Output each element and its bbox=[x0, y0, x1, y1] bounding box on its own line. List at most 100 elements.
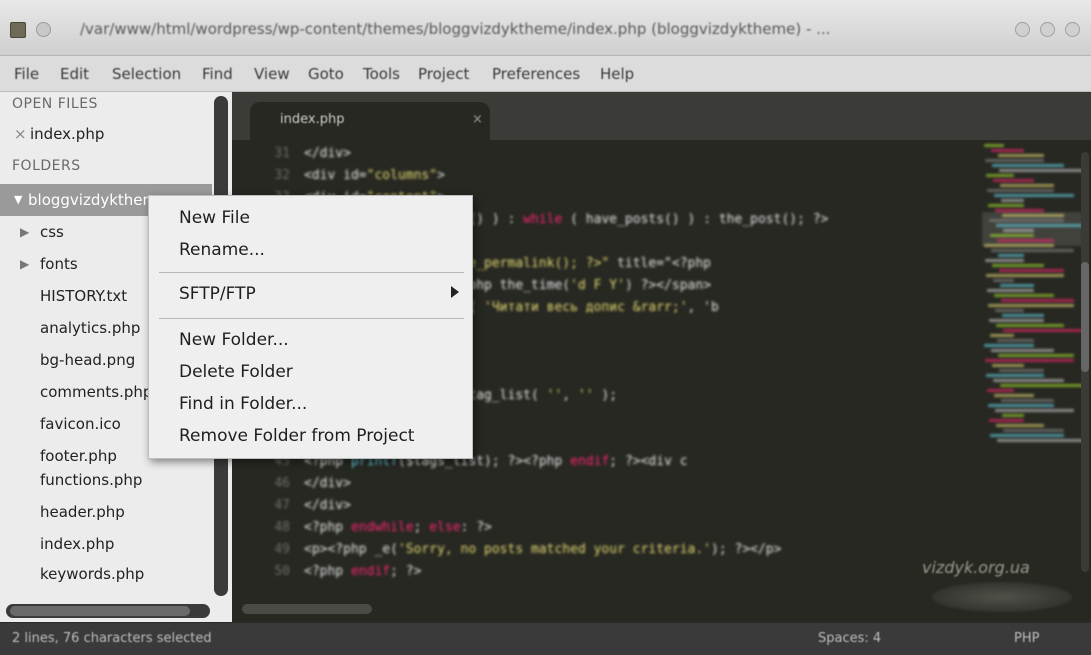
collapsed-arrow-icon: ▶ bbox=[20, 225, 30, 239]
minimap-line bbox=[1002, 214, 1064, 217]
minimap-line bbox=[986, 374, 1044, 377]
minimap-line bbox=[986, 174, 1014, 177]
minimap-line bbox=[989, 219, 1064, 222]
menu-goto[interactable]: Goto bbox=[308, 65, 344, 83]
menu-item-find-in-folder[interactable]: Find in Folder... bbox=[179, 394, 307, 414]
menu-item-new-folder[interactable]: New Folder... bbox=[179, 330, 289, 350]
minimap-line bbox=[988, 404, 1054, 407]
code-line[interactable]: 47 </div> bbox=[232, 498, 972, 520]
minimap-line bbox=[998, 254, 1024, 257]
minimap-line bbox=[1001, 199, 1024, 202]
folders-heading: FOLDERS bbox=[12, 158, 81, 174]
folder-label: bloggvizdyktheme bbox=[28, 191, 167, 209]
code-line[interactable]: 49 <p><?php _e('Sorry, no posts matched … bbox=[232, 542, 972, 564]
file-label: HISTORY.txt bbox=[40, 287, 128, 305]
minimap-line bbox=[988, 304, 1074, 307]
minimap-line bbox=[1000, 184, 1054, 187]
file-label: index.php bbox=[40, 535, 115, 553]
minimap-line bbox=[987, 189, 1054, 192]
close-icon[interactable] bbox=[1065, 22, 1080, 37]
app-icon bbox=[10, 22, 26, 38]
line-number: 32 bbox=[274, 168, 290, 183]
status-bar: 2 lines, 76 characters selected Spaces: … bbox=[0, 622, 1091, 655]
minimap-line bbox=[989, 419, 1024, 422]
tab-index-php[interactable]: index.php × bbox=[250, 102, 490, 140]
minimap-line bbox=[992, 264, 1044, 267]
menu-project[interactable]: Project bbox=[418, 65, 469, 83]
file-label: analytics.php bbox=[40, 319, 141, 337]
minimap-line bbox=[1001, 399, 1054, 402]
menu-selection[interactable]: Selection bbox=[112, 65, 181, 83]
editor-horizontal-scrollbar[interactable] bbox=[242, 604, 372, 614]
minimap-line bbox=[987, 289, 1034, 292]
status-indentation[interactable]: Spaces: 4 bbox=[818, 631, 881, 646]
minimap-line bbox=[993, 379, 1064, 382]
minimap-line bbox=[992, 364, 1024, 367]
menu-help[interactable]: Help bbox=[600, 65, 634, 83]
minimap-line bbox=[999, 169, 1084, 172]
minimap-line bbox=[990, 334, 1014, 337]
close-file-icon[interactable]: × bbox=[14, 118, 27, 150]
file-item[interactable]: functions.php bbox=[0, 464, 212, 496]
menu-file[interactable]: File bbox=[14, 65, 39, 83]
menu-edit[interactable]: Edit bbox=[60, 65, 89, 83]
menu-item-rename[interactable]: Rename... bbox=[179, 240, 265, 260]
watermark-text: vizdyk.org.ua bbox=[922, 558, 1030, 577]
minimap-line bbox=[984, 144, 1004, 147]
minimap-line bbox=[985, 159, 1044, 162]
menu-preferences[interactable]: Preferences bbox=[492, 65, 580, 83]
minimap-line bbox=[1000, 384, 1084, 387]
code-line[interactable]: 50 <?php endif; ?> bbox=[232, 564, 972, 586]
file-label: comments.php bbox=[40, 383, 153, 401]
menu-tools[interactable]: Tools bbox=[363, 65, 400, 83]
minimap-line bbox=[995, 209, 1044, 212]
minimap-line bbox=[988, 204, 1024, 207]
open-file-item[interactable]: × index.php bbox=[0, 118, 212, 150]
tab-strip: index.php × bbox=[232, 92, 1091, 140]
minimap-line bbox=[1002, 414, 1024, 417]
editor-scrollbar-thumb[interactable] bbox=[1081, 262, 1089, 372]
file-item[interactable]: keywords.php bbox=[0, 558, 212, 590]
minimap-line bbox=[990, 234, 1034, 237]
code-line[interactable]: 48 <?php endwhile; else: ?> bbox=[232, 520, 972, 542]
menu-item-remove-folder[interactable]: Remove Folder from Project bbox=[179, 426, 414, 446]
context-menu: New File Rename... SFTP/FTP New Folder..… bbox=[148, 195, 473, 459]
minimap-line bbox=[998, 154, 1044, 157]
minimap-line bbox=[1000, 284, 1034, 287]
minimap-line bbox=[995, 409, 1074, 412]
minimize-icon[interactable] bbox=[1015, 22, 1030, 37]
menu-item-sftp-ftp[interactable]: SFTP/FTP bbox=[179, 284, 256, 304]
menu-item-new-file[interactable]: New File bbox=[179, 208, 250, 228]
file-item[interactable]: header.php bbox=[0, 496, 212, 528]
minimap-line bbox=[986, 274, 1064, 277]
minimap-line bbox=[994, 394, 1034, 397]
minimap-line bbox=[991, 349, 1054, 352]
line-number: 31 bbox=[274, 146, 290, 161]
minimap-line bbox=[997, 439, 1084, 442]
window-menu-icon[interactable] bbox=[36, 22, 51, 37]
maximize-icon[interactable] bbox=[1040, 22, 1055, 37]
sidebar-scrollbar-thumb[interactable] bbox=[10, 606, 190, 616]
minimap-line bbox=[985, 259, 1024, 262]
code-line[interactable]: 31 </div> bbox=[232, 146, 972, 168]
code-line[interactable]: 46 </div> bbox=[232, 476, 972, 498]
code-text: </div> bbox=[304, 476, 351, 491]
menu-item-delete-folder[interactable]: Delete Folder bbox=[179, 362, 293, 382]
minimap[interactable] bbox=[982, 144, 1084, 464]
menu-bar: File Edit Selection Find View Goto Tools… bbox=[0, 56, 1091, 92]
code-text: <div id="columns"> bbox=[304, 168, 445, 183]
minimap-line bbox=[999, 369, 1044, 372]
tab-label: index.php bbox=[280, 112, 345, 127]
minimap-line bbox=[984, 244, 1054, 247]
tab-close-icon[interactable]: × bbox=[472, 112, 483, 127]
file-label: bg-head.png bbox=[40, 351, 136, 369]
submenu-arrow-icon bbox=[451, 286, 459, 298]
minimap-line bbox=[998, 354, 1074, 357]
code-line[interactable]: 32 <div id="columns"> bbox=[232, 168, 972, 190]
status-syntax[interactable]: PHP bbox=[1014, 631, 1039, 646]
file-item[interactable]: index.php bbox=[0, 528, 212, 560]
collapsed-arrow-icon: ▶ bbox=[20, 257, 30, 271]
menu-view[interactable]: View bbox=[254, 65, 290, 83]
line-number: 49 bbox=[274, 542, 290, 557]
menu-find[interactable]: Find bbox=[202, 65, 233, 83]
